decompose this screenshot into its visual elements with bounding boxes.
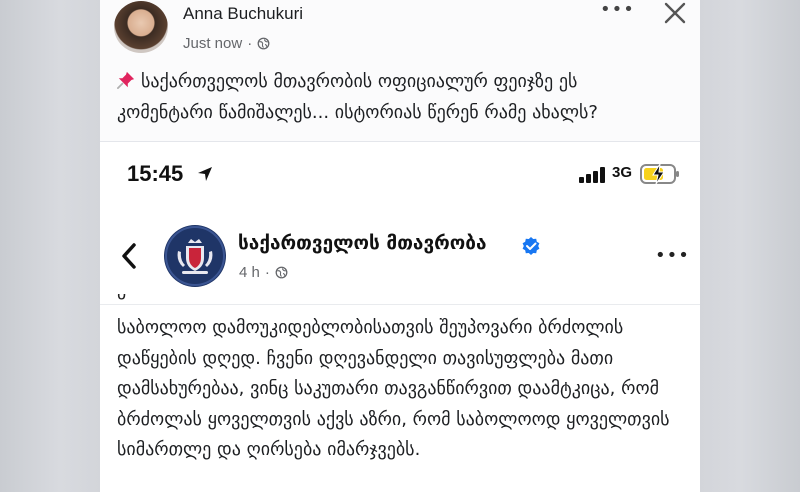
status-time: 15:45 [127,161,184,186]
cellular-signal-icon [579,167,605,183]
battery-charging-icon [640,163,679,185]
network-type: 3G [612,164,633,181]
globe-icon [257,37,270,50]
page-post-time[interactable]: 4 h [239,264,260,281]
post-meta: Just now · [183,35,270,52]
post-text: საქართველოს მთავრობის ოფიციალურ ფეიჯზე ე… [117,66,677,128]
page-meta-separator: · [264,264,270,281]
page-avatar[interactable] [164,225,226,287]
close-icon[interactable] [662,0,688,26]
coat-of-arms-icon [165,226,225,286]
truncated-text: პ [117,294,677,304]
globe-icon [275,266,288,279]
pushpin-icon [117,71,135,89]
post-body: საქართველოს მთავრობის ოფიციალურ ფეიჯზე ე… [117,71,598,123]
page-meta: 4 h · [239,264,288,281]
location-arrow-icon [198,167,212,181]
verified-badge-icon [522,237,540,255]
chevron-left-icon[interactable] [118,242,140,270]
divider [100,304,700,305]
more-options-button[interactable]: ••• [600,1,635,19]
page-name[interactable]: საქართველოს მთავრობა [238,232,487,254]
author-avatar[interactable] [114,1,168,53]
truncated-text-line: პ [117,294,677,304]
page-post-body: საბოლოო დამოუკიდებლობისათვის შეუპოვარი ბ… [117,317,670,460]
meta-separator: · [247,35,253,52]
author-name[interactable]: Anna Buchukuri [183,4,303,24]
post-time[interactable]: Just now [183,35,242,52]
page-more-options-button[interactable]: ••• [655,245,690,266]
